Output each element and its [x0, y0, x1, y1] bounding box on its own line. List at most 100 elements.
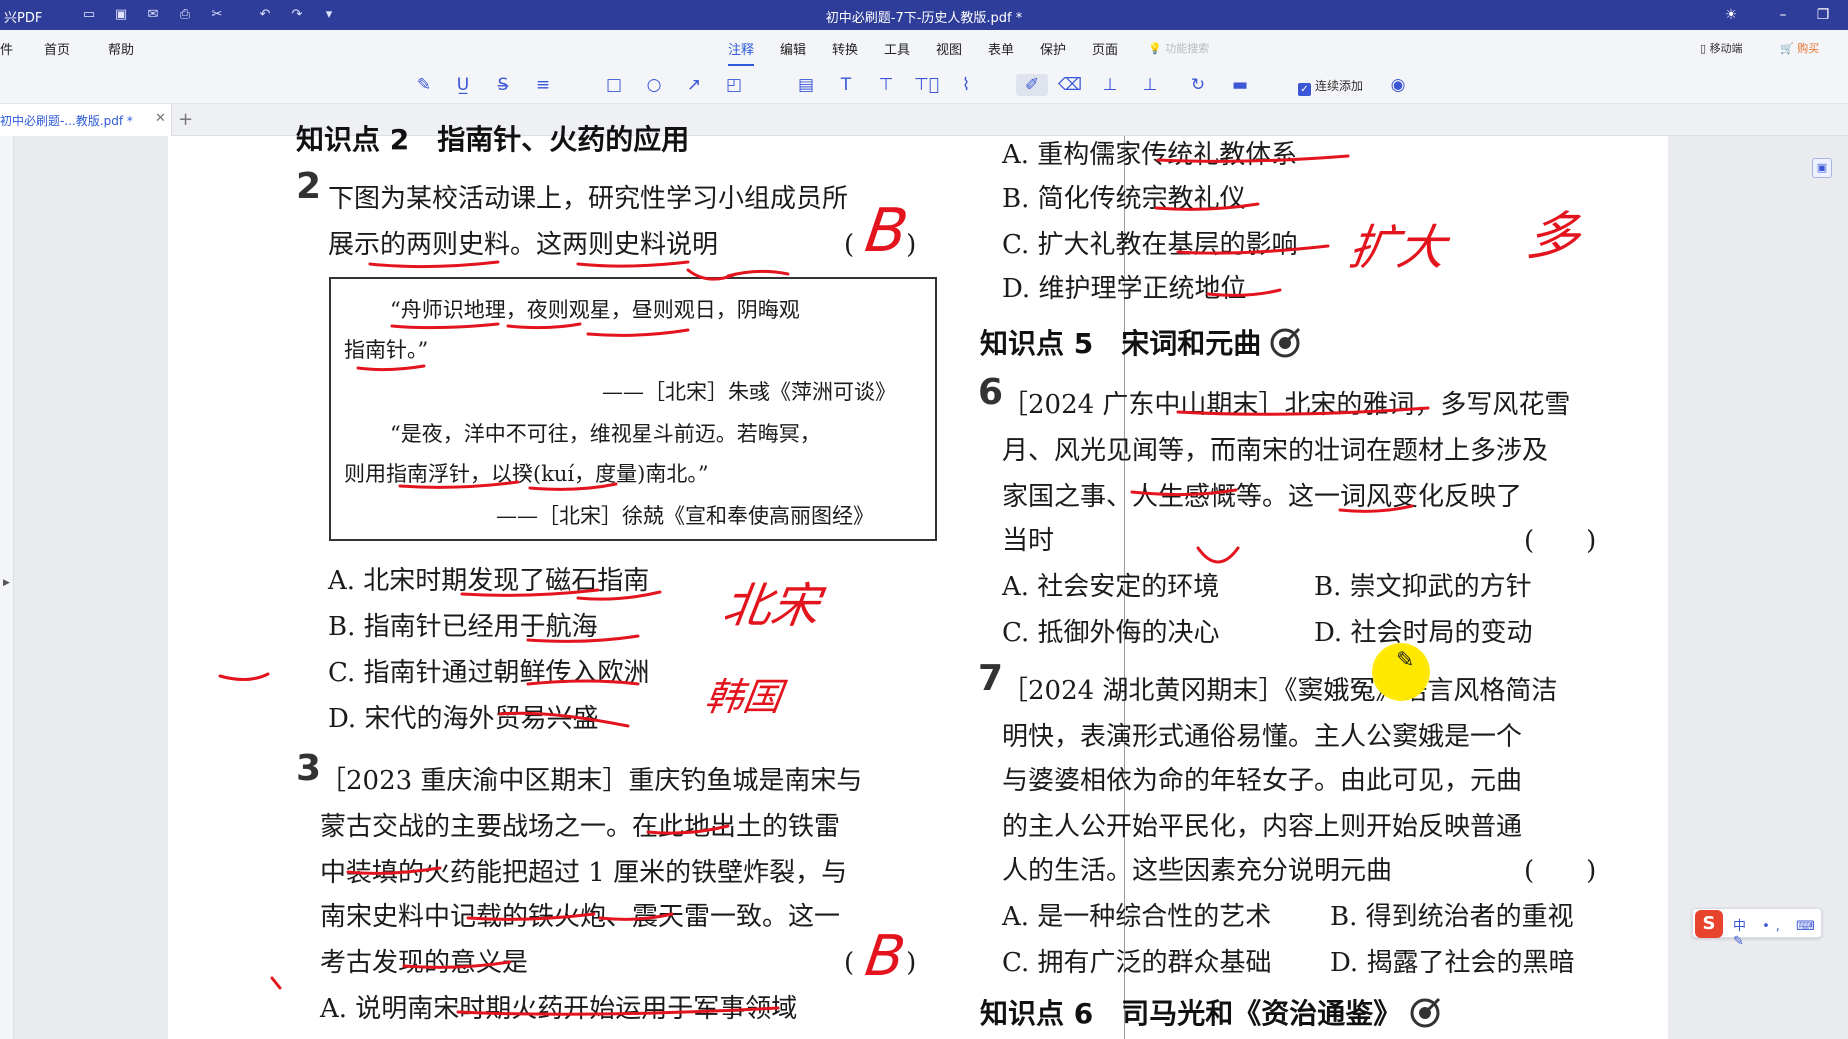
quote1-line-1: “舟师识地理，夜则观星，昼则观日，阴晦观 — [390, 298, 800, 322]
tab-page[interactable]: 页面 — [1092, 39, 1118, 58]
text-icon[interactable]: T — [834, 74, 858, 96]
q3-line-2: 蒙古交战的主要战场之一。在此地出土的铁雷 — [320, 812, 841, 842]
sogou-logo-icon: S — [1695, 910, 1723, 938]
q2-line-1: 下图为某校活动课上，研究性学习小组成员所 — [328, 184, 849, 214]
tab-form[interactable]: 表单 — [988, 39, 1014, 58]
strikethrough-icon[interactable]: S̶ — [491, 74, 515, 96]
handwritten-q3-answer: B — [861, 924, 909, 989]
prev-q-option-b: B. 简化传统宗教礼仪 — [1002, 184, 1246, 214]
handwritten-note-more: 多 — [1523, 207, 1584, 267]
heading-knowledge-point-2: 知识点 2 指南针、火药的应用 — [296, 123, 690, 156]
q6-line-3: 家国之事、人生感慨等。这一词风变化反映了 — [1002, 482, 1523, 512]
q7-answer-paren: ( ) — [1524, 856, 1597, 886]
theme-sun-icon[interactable]: ☀ — [1720, 5, 1742, 25]
handwritten-note-north-song: 北宋 — [719, 578, 824, 634]
attachment-icon[interactable]: ⌇ — [954, 74, 978, 96]
document-tab-bar: 初中必刷题-...教版.pdf * ✕ + — [0, 104, 1848, 136]
underline-icon[interactable]: U̲ — [451, 74, 475, 96]
eye-icon[interactable]: ◉ — [1386, 74, 1410, 96]
q3-line-5: 考古发现的意义是 — [320, 948, 529, 978]
close-tab-icon[interactable]: ✕ — [155, 111, 166, 126]
q7-line-5: 人的生活。这些因素充分说明元曲 — [1002, 856, 1393, 886]
checkbox-checked-icon: ✓ — [1298, 83, 1311, 96]
question-number-2: 2 — [296, 166, 322, 207]
tab-annotate[interactable]: 注释 — [728, 39, 755, 66]
q2-option-a: A. 北宋时期发现了磁石指南 — [328, 566, 650, 596]
menu-home[interactable]: 首页 — [44, 39, 70, 58]
rotate-icon[interactable]: ↻ — [1186, 74, 1210, 96]
shape-dropdown-icon[interactable]: ◰ — [722, 74, 746, 96]
prev-q-option-a: A. 重构儒家传统礼教体系 — [1002, 140, 1298, 170]
q6-option-b: B. 崇文抑武的方针 — [1314, 572, 1532, 602]
q7-option-d: D. 揭露了社会的黑暗 — [1330, 948, 1575, 978]
handwritten-note-expand: 扩大 — [1345, 220, 1450, 276]
pdf-page[interactable]: 知识点 2 指南针、火药的应用 2 下图为某校活动课上，研究性学习小组成员所 展… — [168, 123, 1668, 1039]
quote2-line-2: 则用指南浮针，以揆(kuí，度量)南北。” — [344, 462, 709, 486]
tab-protect[interactable]: 保护 — [1040, 39, 1066, 58]
line-style-icon[interactable]: ▬ — [1228, 74, 1252, 96]
side-panel-icon[interactable]: ▣ — [1812, 158, 1832, 178]
pencil-icon[interactable]: ✐ — [1016, 74, 1048, 96]
bulb-icon: 💡 — [1148, 42, 1166, 55]
expand-sidebar-icon[interactable]: ▶ — [3, 578, 10, 588]
q6-line-4: 当时 — [1002, 526, 1055, 556]
q6-option-a: A. 社会安定的环境 — [1002, 572, 1220, 602]
cart-icon: 🛒 — [1780, 42, 1798, 55]
rectangle-icon[interactable]: □ — [602, 74, 626, 96]
mobile-button[interactable]: ▯ 移动端 — [1700, 40, 1743, 56]
arrow-icon[interactable]: ↗ — [682, 74, 706, 96]
new-tab-icon[interactable]: + — [178, 109, 193, 130]
tab-tools[interactable]: 工具 — [884, 39, 910, 58]
quote2-line-1: “是夜，洋中不可往，维视星斗前迈。若晦冥， — [390, 422, 821, 446]
document-title: 初中必刷题-7下-历史人教版.pdf * — [825, 11, 1023, 26]
document-tab[interactable]: 初中必刷题-...教版.pdf * ✕ — [0, 104, 172, 136]
restore-icon[interactable]: ❐ — [1812, 5, 1834, 25]
eraser-icon[interactable]: ⌫ — [1058, 74, 1082, 96]
title-bar: 兴PDF ▭ ▣ ✉ ⎙ ✂ ↶ ↷ ▾ 初中必刷题-7下-历史人教版.pdf … — [0, 0, 1848, 30]
q7-line-2: 明快，表演形式通俗易懂。主人公窦娥是一个 — [1002, 722, 1523, 752]
menu-file[interactable]: 件 — [0, 39, 13, 58]
phone-icon: ▯ — [1700, 42, 1710, 55]
ime-toolbar[interactable]: S 中 •, ⌨ ✎ — [1692, 908, 1822, 949]
menu-bar: 件 首页 帮助 注释 编辑 转换 工具 视图 表单 保护 页面 💡 功能搜索 ▯… — [0, 30, 1848, 66]
q6-answer-paren: ( ) — [1524, 526, 1597, 556]
ime-status: 中 •, ⌨ ✎ — [1733, 919, 1821, 949]
q3-line-4: 南宋史料中记载的铁火炮、震天雷一致。这一 — [320, 902, 841, 932]
continuous-add-checkbox[interactable]: ✓ 连续添加 — [1298, 77, 1363, 96]
q3-line-1: ［2023 重庆渝中区期末］重庆钓鱼城是南宋与 — [320, 766, 863, 796]
textbox-icon[interactable]: ⊤ — [874, 74, 898, 96]
tab-edit[interactable]: 编辑 — [780, 39, 806, 58]
buy-button[interactable]: 🛒 购买 — [1780, 40, 1819, 56]
annotation-toolbar: ✎ U̲ S̶ ≡ □ ○ ↗ ◰ ▤ T ⊤ ⊤⃞ ⌇ ✐ ⌫ ⊥ ⊥ ↻ ▬… — [0, 66, 1848, 104]
stamp-icon[interactable]: ⊥ — [1098, 74, 1122, 96]
q6-option-c: C. 抵御外侮的决心 — [1002, 618, 1220, 648]
quote1-line-2: 指南针。” — [344, 338, 429, 362]
minimize-icon[interactable]: – — [1772, 5, 1794, 25]
q3-option-a: A. 说明南宋时期火药开始运用于军事领域 — [320, 994, 798, 1024]
q7-line-4: 的主人公开始平民化，内容上则开始反映普通 — [1002, 812, 1523, 842]
prev-q-option-d: D. 维护理学正统地位 — [1002, 274, 1247, 304]
q3-line-3: 中装填的火药能把超过 1 厘米的铁壁炸裂，与 — [320, 858, 848, 888]
callout-icon[interactable]: ⊤⃞ — [914, 74, 939, 96]
q7-line-3: 与婆婆相依为命的年轻女子。由此可见，元曲 — [1002, 766, 1523, 796]
comment-icon[interactable]: ▤ — [794, 74, 818, 96]
text-align-icon[interactable]: ≡ — [531, 74, 555, 96]
q2-option-c: C. 指南针通过朝鲜传入欧洲 — [328, 658, 650, 688]
heading-knowledge-point-5: 知识点 5 宋词和元曲 — [980, 322, 1301, 362]
tab-convert[interactable]: 转换 — [832, 39, 858, 58]
highlight-icon[interactable]: ✎ — [412, 74, 436, 96]
menu-help[interactable]: 帮助 — [108, 39, 134, 58]
tab-view[interactable]: 视图 — [936, 39, 962, 58]
stamp-dropdown-icon[interactable]: ⊥ — [1138, 74, 1162, 96]
q2-option-b: B. 指南针已经用于航海 — [328, 612, 598, 642]
q2-option-d: D. 宋代的海外贸易兴盛 — [328, 704, 599, 734]
prev-q-option-c: C. 扩大礼教在基层的影响 — [1002, 230, 1298, 260]
q7-option-c: C. 拥有广泛的群众基础 — [1002, 948, 1272, 978]
q7-option-a: A. 是一种综合性的艺术 — [1002, 902, 1272, 932]
q7-line-1: ［2024 湖北黄冈期末］《窦娥冤》语言风格简洁 — [1002, 676, 1558, 706]
question-number-6: 6 — [978, 372, 1004, 413]
target-icon — [1410, 997, 1441, 1028]
feature-search[interactable]: 💡 功能搜索 — [1148, 40, 1209, 56]
circle-icon[interactable]: ○ — [642, 74, 666, 96]
quote1-source: ——［北宋］朱彧《萍洲可谈》 — [602, 380, 896, 404]
